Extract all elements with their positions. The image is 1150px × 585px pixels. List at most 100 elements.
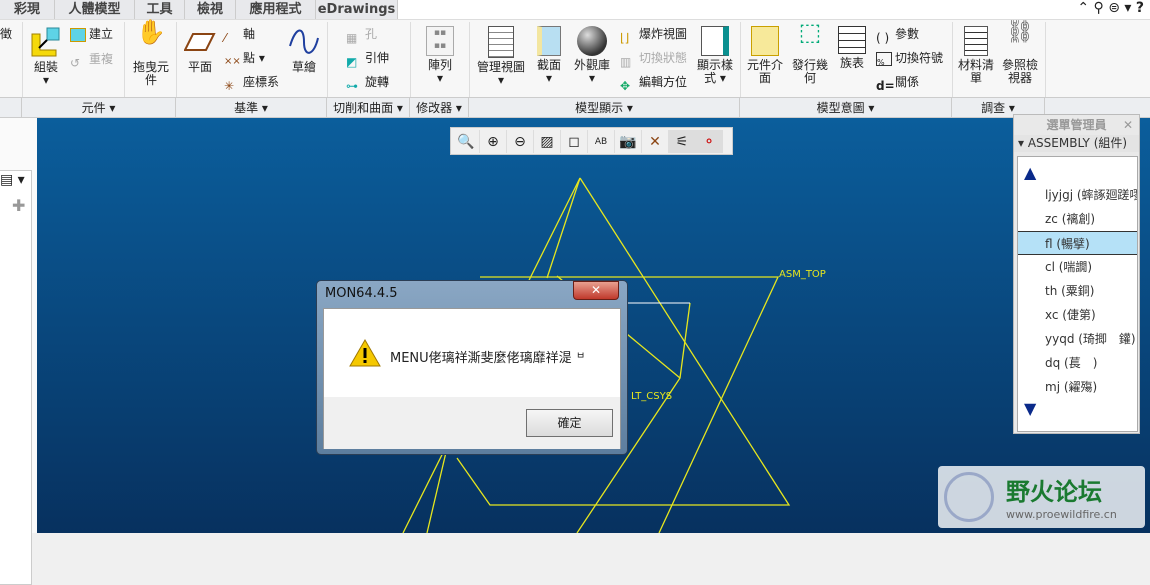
publish-geometry-icon: ⬚ (798, 18, 822, 46)
menu-item[interactable]: th (粟銅) (1018, 279, 1137, 303)
menu-item[interactable]: yyqd (琦揤 鑵) (1018, 327, 1137, 351)
menu-manager-close-icon[interactable]: ✕ (1123, 115, 1133, 135)
switch-symbols-icon: % (876, 51, 892, 67)
menu-manager-title: 選單管理員 (1046, 118, 1107, 132)
manage-views-button[interactable]: 管理視圖 ▾ (474, 26, 528, 87)
display-style-icon[interactable]: ◻ (561, 130, 588, 153)
relations-button[interactable]: d=關係 (876, 72, 920, 93)
scroll-down-icon[interactable]: ▼ (1018, 399, 1137, 418)
section-button[interactable]: 截面 ▾ (532, 26, 566, 85)
appearance-label: 外觀庫 (573, 58, 610, 72)
group-datum[interactable]: 基準 ▾ (176, 98, 327, 118)
csys-button[interactable]: ✳ 座標系 (224, 72, 280, 93)
zoom-in-icon[interactable]: ⊕ (480, 130, 507, 153)
extrude-icon: ◩ (346, 54, 358, 69)
datum-display-icon[interactable]: ✕ (642, 130, 669, 153)
revolve-label: 旋轉 (365, 75, 390, 89)
group-model-intent[interactable]: 模型意圖 ▾ (740, 98, 952, 118)
reference-viewer-label: 參照檢視器 (1001, 58, 1038, 85)
component-interface-icon (751, 26, 779, 56)
tab-view[interactable]: 檢視 (185, 0, 236, 19)
reference-viewer-button[interactable]: ⛓ 參照檢視器 (1000, 22, 1040, 85)
sphere-icon (577, 26, 607, 56)
saved-orientations-icon[interactable]: AB (588, 130, 615, 153)
family-table-label: 族表 (839, 56, 864, 70)
sketch-button[interactable]: 草繪 (286, 26, 322, 74)
switch-symbols-label: 切換符號 (895, 51, 944, 65)
revolve-button[interactable]: ⊶ 旋轉 (346, 72, 390, 93)
datum-label-asm-top: ASM_TOP (779, 269, 826, 280)
pattern-button[interactable]: ▪▪ ▪▪ 陣列 ▾ (420, 26, 460, 85)
group-cut-surface[interactable]: 切削和曲面 ▾ (327, 98, 410, 118)
parameters-button[interactable]: ( ) 參數 (876, 24, 919, 45)
menu-item[interactable]: xc (倢第) (1018, 303, 1137, 327)
axis-button[interactable]: ⁄ 軸 (224, 24, 255, 45)
view-manager-icon[interactable]: 📷 (615, 130, 642, 153)
scroll-up-icon[interactable]: ▲ (1018, 157, 1137, 183)
display-style-label: 顯示樣式 (696, 58, 733, 85)
publish-geometry-button[interactable]: ⬚ 發行幾何 (790, 18, 830, 85)
section-icon (537, 26, 561, 56)
spin-center-icon[interactable]: ⚬ (696, 130, 723, 153)
create-icon (70, 27, 86, 42)
switch-symbols-button[interactable]: % 切換符號 (876, 48, 943, 68)
pattern-label: 陣列 (427, 58, 452, 72)
ribbon-group-labels: 元件 ▾ 基準 ▾ 切削和曲面 ▾ 修改器 ▾ 模型顯示 ▾ 模型意圖 ▾ 調查… (0, 97, 1150, 118)
zoom-out-icon[interactable]: ⊖ (507, 130, 534, 153)
revolve-icon: ⊶ (346, 78, 358, 93)
ribbon-tabs: 彩現 人體模型 工具 檢視 應用程式 eDrawings ⌃ ⚲ ⊜ ▾ ? (0, 0, 1150, 19)
menu-header-assembly[interactable]: ▾ ASSEMBLY (組件) (1014, 135, 1139, 152)
repeat-icon: ↺ (70, 55, 81, 70)
tab-edrawings[interactable]: eDrawings (316, 0, 398, 19)
group-model-display[interactable]: 模型顯示 ▾ (469, 98, 740, 118)
group-components[interactable]: 元件 ▾ (22, 98, 176, 118)
create-button[interactable]: 建立 (70, 24, 113, 44)
drag-components-button[interactable]: ✋ 拖曳元件 (130, 20, 172, 87)
appearance-gallery-button[interactable]: 外觀庫 ▾ (570, 26, 614, 85)
plane-button[interactable]: 平面 (182, 26, 218, 74)
tab-manikin[interactable]: 人體模型 (55, 0, 135, 19)
menu-item-selected[interactable]: fl (暢擘) (1018, 231, 1137, 255)
relations-label: 關係 (895, 75, 920, 89)
extrude-button[interactable]: ◩ 引伸 (346, 48, 389, 69)
refit-icon[interactable]: 🔍 (453, 130, 480, 153)
parameters-icon: ( ) (876, 30, 890, 45)
exploded-view-button[interactable]: ⌊⌋ 爆炸視圖 (620, 24, 687, 45)
bom-label: 材料清單 (957, 58, 994, 85)
edit-position-button[interactable]: ✥ 編輯方位 (620, 72, 688, 93)
tab-applications[interactable]: 應用程式 (236, 0, 316, 19)
menu-item[interactable]: ljyjgj (蟀諑廻蹉嘐 (1018, 183, 1137, 207)
annotation-display-icon[interactable]: ⚟ (669, 130, 696, 153)
bom-icon (964, 26, 988, 56)
dialog-title: MON64.4.5 (325, 286, 398, 301)
menu-manager: 選單管理員 ✕ ▾ ASSEMBLY (組件) ▲ ljyjgj (蟀諑廻蹉嘐 z… (1013, 114, 1140, 434)
point-button[interactable]: ×× 點 ▾ (224, 48, 265, 68)
assemble-button[interactable]: 組裝 ▾ (26, 26, 66, 87)
group-modifiers[interactable]: 修改器 ▾ (410, 98, 469, 118)
bill-of-materials-button[interactable]: 材料清單 (956, 26, 996, 85)
document-icon[interactable]: ▤ ▾ (0, 172, 25, 188)
edit-position-icon: ✥ (620, 78, 631, 93)
menu-item[interactable]: dq (萇 ) (1018, 351, 1137, 375)
edit-position-label: 編輯方位 (639, 75, 688, 89)
repaint-icon[interactable]: ▨ (534, 130, 561, 153)
window-controls[interactable]: ⌃ ⚲ ⊜ ▾ ? (1077, 0, 1144, 16)
hole-button[interactable]: ▦ 孔 (346, 24, 378, 45)
component-interface-button[interactable]: 元件介面 (745, 26, 785, 85)
display-style-button[interactable]: 顯示樣式 ▾ (696, 26, 734, 85)
toggle-status-button[interactable]: ▥ 切換狀態 (620, 48, 687, 69)
ok-button[interactable]: 確定 (526, 409, 613, 437)
family-table-button[interactable]: 族表 (834, 26, 870, 70)
add-icon[interactable]: ✚ (12, 196, 25, 215)
sketch-label: 草繪 (291, 60, 316, 74)
tab-tools[interactable]: 工具 (135, 0, 185, 19)
menu-item[interactable]: zc (褵創) (1018, 207, 1137, 231)
tab-render[interactable]: 彩現 (0, 0, 55, 19)
dialog-close-button[interactable]: ✕ (573, 281, 619, 300)
repeat-button[interactable]: ↺ 重複 (70, 49, 113, 70)
menu-item[interactable]: mj (糴殤) (1018, 375, 1137, 399)
menu-item[interactable]: cl (喘譋) (1018, 255, 1137, 279)
csys-label: 座標系 (243, 75, 280, 89)
model-tree-panel: ▤ ▾ ✚ (0, 118, 37, 585)
hole-label: 孔 (365, 27, 378, 41)
